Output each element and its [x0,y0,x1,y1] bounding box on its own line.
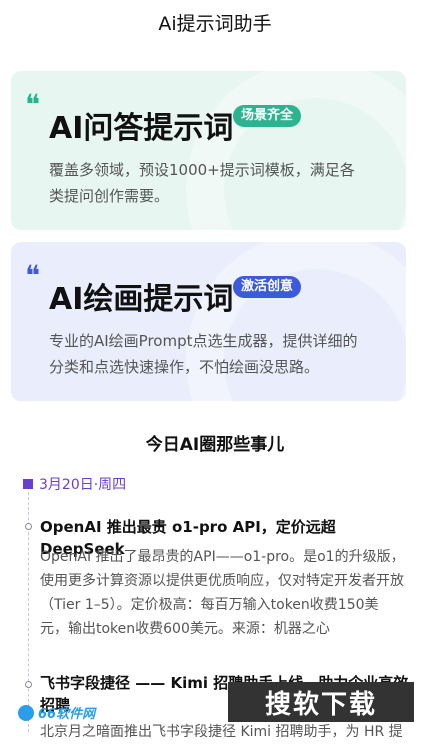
app-title: Ai提示词助手 [158,12,272,35]
card-title: AI问答提示词 [49,111,234,146]
news-item-body: 北京月之暗面推出飞书字段捷径 Kimi 招聘助手，为 HR 提 [40,724,403,740]
news-item-body: OpenAI 推出了最昂贵的API——o1-pro。是o1的升级版，使用更多计算… [40,549,405,637]
card-title: AI绘画提示词 [49,282,234,317]
watermark-left: 66软件网 [18,703,95,722]
date-label: 3月20日·周四 [39,477,127,493]
watermark-logo-icon [18,704,34,721]
card-badge: 激活创意 [233,276,302,298]
ai-drawing-prompt-card[interactable]: ❝ AI绘画提示词 激活创意 专业的AI绘画Prompt点选生成器，提供详细的分… [11,242,406,401]
quote-mark-icon: ❝ [25,88,40,121]
ai-qa-prompt-card[interactable]: ❝ AI问答提示词 场景齐全 覆盖多领域，预设1000+提示词模板，满足各类提问… [11,71,406,230]
watermark-right: 搜软下载 [228,682,414,722]
card-badge: 场景齐全 [233,105,302,127]
timeline-date: 3月20日·周四 [23,474,126,494]
card-description: 专业的AI绘画Prompt点选生成器，提供详细的分类和点选快速操作，不怕绘画没思… [49,332,358,376]
news-section-title: 今日AI圈那些事儿 [145,435,285,455]
date-marker-icon [23,479,33,489]
quote-mark-icon: ❝ [25,259,40,292]
timeline-dot [25,681,32,688]
timeline-dot [25,523,32,530]
card-description: 覆盖多领域，预设1000+提示词模板，满足各类提问创作需要。 [49,161,355,205]
